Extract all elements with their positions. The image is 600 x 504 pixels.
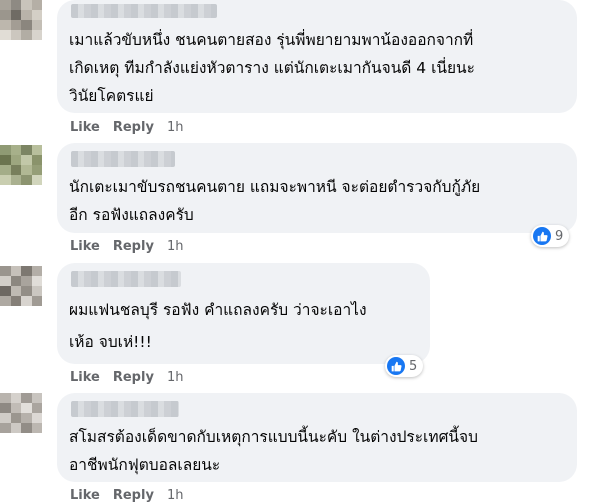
reply-button[interactable]: Reply xyxy=(113,239,154,254)
reaction-count-value: 9 xyxy=(555,228,564,244)
timestamp[interactable]: 1h xyxy=(167,120,184,135)
reaction-count[interactable]: 9 xyxy=(531,225,570,247)
avatar[interactable] xyxy=(0,266,42,306)
reply-button[interactable]: Reply xyxy=(113,488,154,503)
comment-actions: Like Reply 1h xyxy=(70,237,183,255)
like-button[interactable]: Like xyxy=(70,488,100,503)
reply-button[interactable]: Reply xyxy=(113,370,154,385)
timestamp[interactable]: 1h xyxy=(167,488,184,503)
reaction-count-value: 5 xyxy=(409,358,418,374)
avatar[interactable] xyxy=(0,145,42,185)
commenter-name[interactable] xyxy=(71,271,181,287)
comment-text: นักเตะเมาขับรถชนคนตาย แถมจะพาหนี จะต่อยต… xyxy=(69,178,481,224)
commenter-name[interactable] xyxy=(71,4,217,18)
comment-bubble: สโมสรต้องเด็ดขาดกับเหตุการแบบนี้นะคับ ใน… xyxy=(57,393,577,482)
comment-actions: Like Reply 1h xyxy=(70,486,183,504)
reply-button[interactable]: Reply xyxy=(113,120,154,135)
comment-bubble: เมาแล้วขับหนึ่ง ชนคนตายสอง รุ่นพี่พยายาม… xyxy=(57,0,577,113)
like-button[interactable]: Like xyxy=(70,120,100,135)
timestamp[interactable]: 1h xyxy=(167,239,184,254)
comment-actions: Like Reply 1h xyxy=(70,118,183,136)
like-button[interactable]: Like xyxy=(70,239,100,254)
thumbs-up-icon xyxy=(533,227,551,245)
timestamp[interactable]: 1h xyxy=(167,370,184,385)
comment-actions: Like Reply 1h xyxy=(70,368,183,386)
avatar[interactable] xyxy=(0,393,42,433)
comment-bubble: ผมแฟนชลบุรี รอฟัง คำแถลงครับ ว่าจะเอาไง … xyxy=(57,263,430,364)
comment-text: เมาแล้วขับหนึ่ง ชนคนตายสอง รุ่นพี่พยายาม… xyxy=(69,31,475,105)
reaction-count[interactable]: 5 xyxy=(385,355,424,377)
comment-text: ผมแฟนชลบุรี รอฟัง คำแถลงครับ ว่าจะเอาไง … xyxy=(69,301,367,351)
commenter-name[interactable] xyxy=(71,151,175,167)
like-button[interactable]: Like xyxy=(70,370,100,385)
avatar[interactable] xyxy=(0,0,42,40)
thumbs-up-icon xyxy=(387,357,405,375)
comment-text: สโมสรต้องเด็ดขาดกับเหตุการแบบนี้นะคับ ใน… xyxy=(69,428,478,474)
comment-bubble: นักเตะเมาขับรถชนคนตาย แถมจะพาหนี จะต่อยต… xyxy=(57,143,577,233)
commenter-name[interactable] xyxy=(71,401,179,417)
